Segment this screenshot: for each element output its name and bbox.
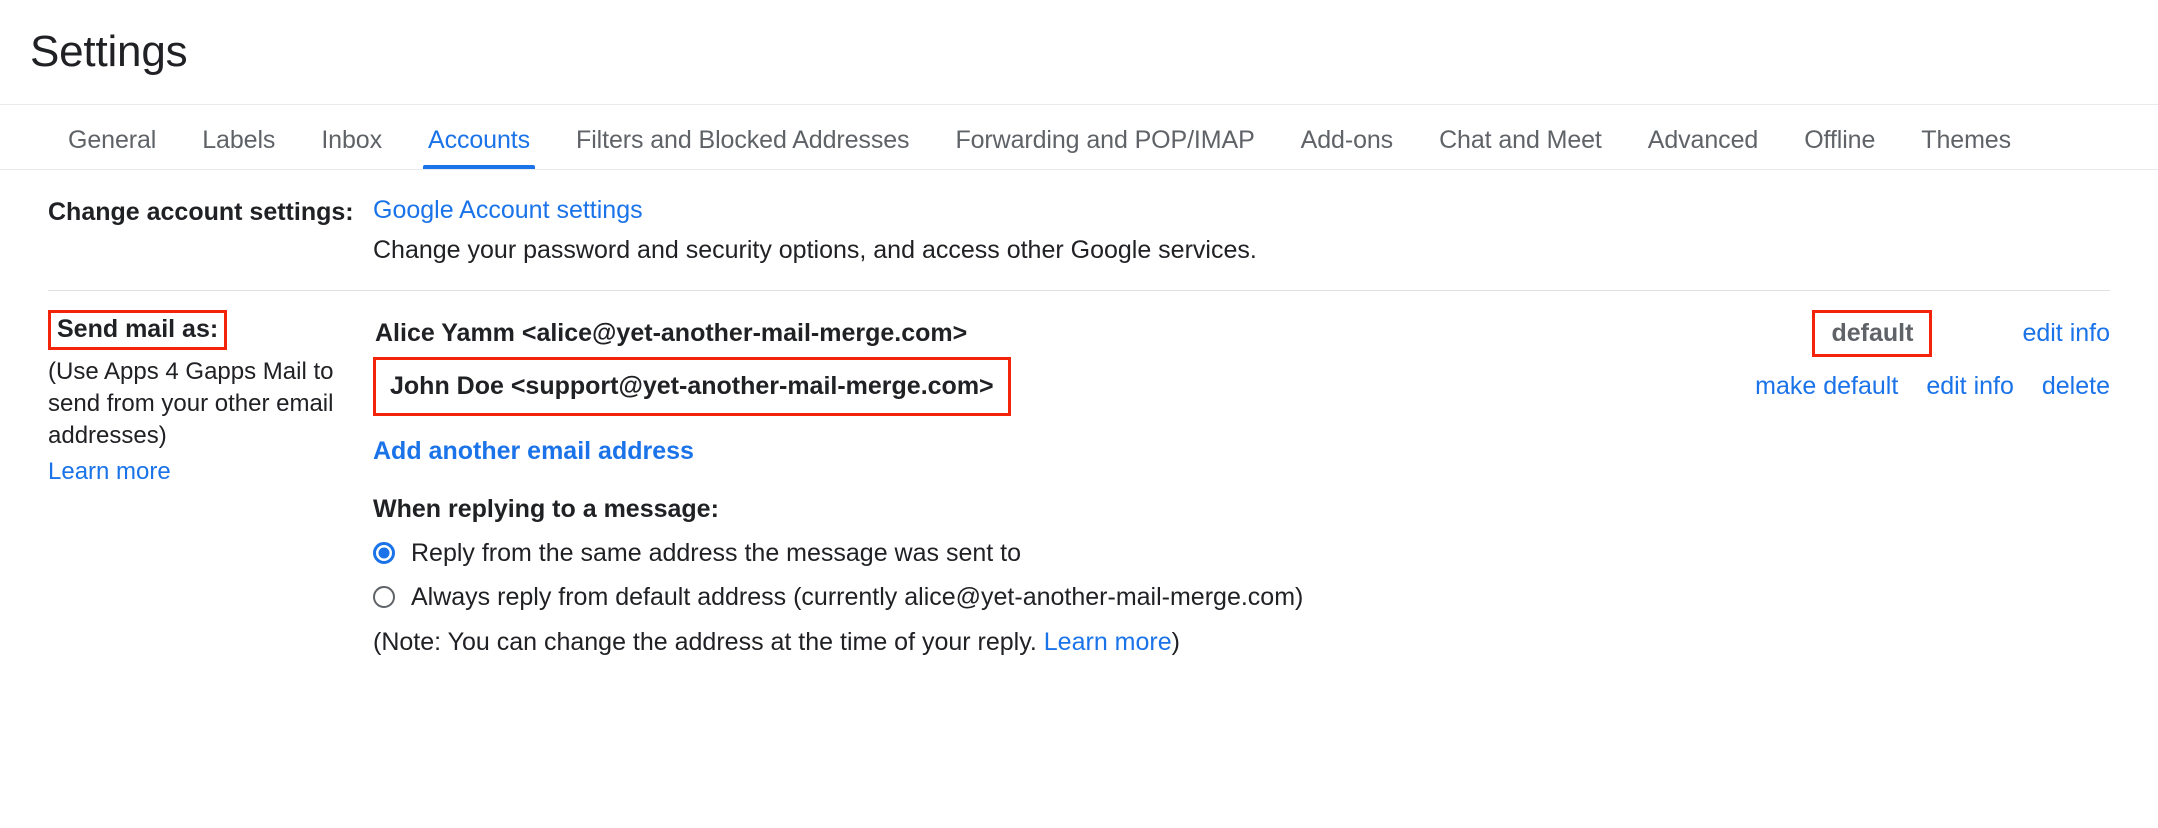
- address-actions-cell: make default edit info delete: [1727, 357, 2110, 416]
- address-name-alice: Alice Yamm <alice@yet-another-mail-merge…: [375, 319, 968, 347]
- tab-forwarding-and-pop-imap[interactable]: Forwarding and POP/IMAP: [932, 105, 1277, 169]
- reply-option-same-address[interactable]: Reply from the same address the message …: [373, 538, 2110, 568]
- send-mail-as-learn-more-link[interactable]: Learn more: [48, 458, 171, 485]
- tab-general[interactable]: General: [45, 105, 179, 169]
- send-mail-as-address-table: Alice Yamm <alice@yet-another-mail-merge…: [373, 310, 2110, 416]
- table-row: Alice Yamm <alice@yet-another-mail-merge…: [373, 310, 2110, 357]
- tab-labels[interactable]: Labels: [179, 105, 298, 169]
- delete-link-john-doe[interactable]: delete: [2042, 372, 2110, 400]
- address-name-john-doe: John Doe <support@yet-another-mail-merge…: [373, 357, 1011, 416]
- when-replying-heading: When replying to a message:: [373, 495, 719, 523]
- google-account-settings-link[interactable]: Google Account settings: [373, 196, 643, 224]
- status-badge: default: [1812, 310, 1933, 357]
- change-account-settings-label: Change account settings:: [48, 197, 354, 226]
- add-another-email-address-link[interactable]: Add another email address: [373, 437, 694, 466]
- send-mail-as-label-column: Send mail as: (Use Apps 4 Gapps Mail to …: [48, 291, 373, 486]
- change-account-settings-row: Change account settings: Google Account …: [0, 170, 2158, 267]
- edit-info-link-alice[interactable]: edit info: [2022, 319, 2110, 347]
- table-row: John Doe <support@yet-another-mail-merge…: [373, 357, 2110, 416]
- radio-default-address[interactable]: [373, 586, 395, 608]
- tab-advanced[interactable]: Advanced: [1625, 105, 1781, 169]
- reply-note-prefix: (Note: You can change the address at the…: [373, 628, 1044, 656]
- edit-info-link-john-doe[interactable]: edit info: [1926, 372, 2014, 400]
- send-mail-as-main: Alice Yamm <alice@yet-another-mail-merge…: [373, 291, 2110, 657]
- tab-offline[interactable]: Offline: [1781, 105, 1898, 169]
- reply-note-suffix: ): [1171, 628, 1180, 656]
- tab-inbox[interactable]: Inbox: [298, 105, 405, 169]
- tab-filters-and-blocked-addresses[interactable]: Filters and Blocked Addresses: [553, 105, 932, 169]
- send-mail-as-note: (Use Apps 4 Gapps Mail to send from your…: [48, 357, 334, 449]
- send-mail-as-row: Send mail as: (Use Apps 4 Gapps Mail to …: [0, 291, 2158, 657]
- tabs-row: General Labels Inbox Accounts Filters an…: [45, 105, 2158, 169]
- reply-note-learn-more-link[interactable]: Learn more: [1044, 628, 1172, 656]
- make-default-link-john-doe[interactable]: make default: [1755, 372, 1898, 400]
- tab-chat-and-meet[interactable]: Chat and Meet: [1416, 105, 1625, 169]
- tab-accounts[interactable]: Accounts: [405, 105, 553, 169]
- reply-option-default-address-label[interactable]: Always reply from default address (curre…: [411, 582, 1303, 612]
- send-mail-as-label: Send mail as:: [48, 310, 228, 350]
- settings-tabs: General Labels Inbox Accounts Filters an…: [0, 105, 2158, 169]
- page-title: Settings: [30, 27, 188, 76]
- address-name-cell: Alice Yamm <alice@yet-another-mail-merge…: [373, 310, 1727, 357]
- address-actions-cell: default edit info: [1727, 310, 2110, 357]
- reply-option-default-address[interactable]: Always reply from default address (curre…: [373, 582, 2110, 612]
- tab-add-ons[interactable]: Add-ons: [1278, 105, 1416, 169]
- settings-content: Change account settings: Google Account …: [0, 170, 2158, 658]
- reply-note: (Note: You can change the address at the…: [373, 627, 2110, 657]
- address-name-cell: John Doe <support@yet-another-mail-merge…: [373, 357, 1727, 416]
- change-account-settings-description: Change your password and security option…: [373, 235, 1257, 264]
- reply-option-same-address-label[interactable]: Reply from the same address the message …: [411, 538, 1021, 568]
- page-header: Settings: [0, 0, 2158, 104]
- tab-themes[interactable]: Themes: [1898, 105, 2034, 169]
- change-account-settings-body: Google Account settings Change your pass…: [373, 170, 2110, 267]
- radio-same-address[interactable]: [373, 542, 395, 564]
- send-mail-as-learn-more-wrap: Learn more: [48, 458, 373, 486]
